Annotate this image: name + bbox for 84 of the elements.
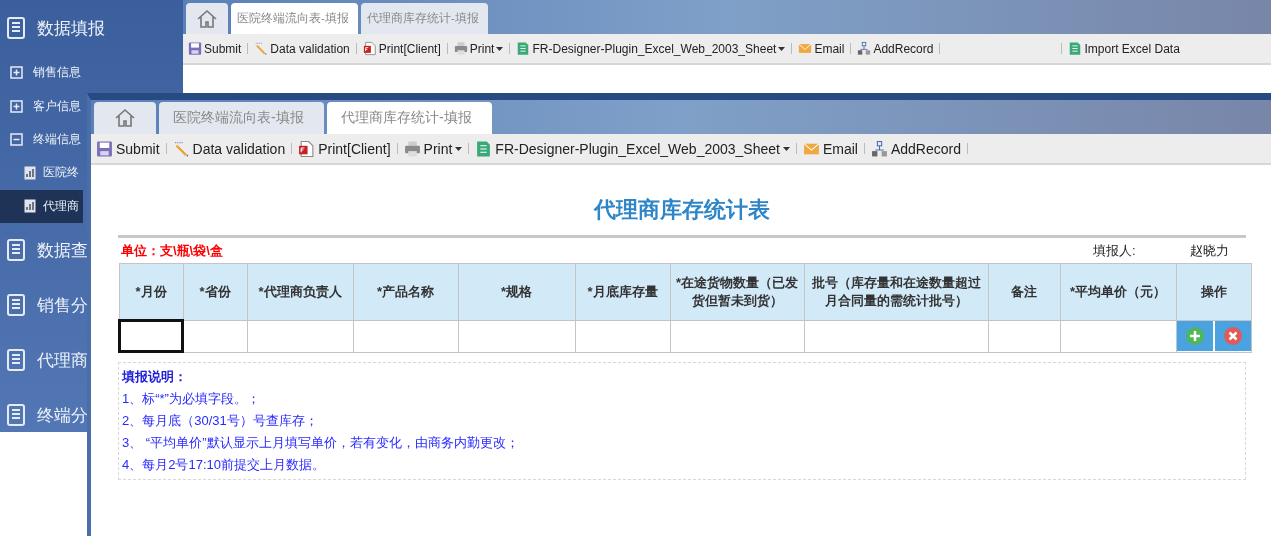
column-header: 批号（库存量和在途数量超过月合同量的需统计批号） xyxy=(804,263,988,320)
printer-icon xyxy=(453,41,468,56)
sidebar-item[interactable]: 代理商 xyxy=(37,348,88,372)
instruction-line: 2、每月底（30/31号）号查库存； xyxy=(122,412,319,430)
toolbar-button[interactable]: Email xyxy=(799,139,861,158)
pencil-icon xyxy=(254,41,269,56)
home-tab[interactable] xyxy=(186,3,228,34)
reporter-name: 赵晓力 xyxy=(1190,241,1230,260)
toolbar-button[interactable]: Submit xyxy=(93,139,163,158)
input-cell[interactable] xyxy=(119,320,183,352)
column-header: *月底库存量 xyxy=(575,263,670,320)
document-icon xyxy=(7,294,25,317)
plus-icon xyxy=(1185,327,1204,345)
caret-icon xyxy=(778,46,786,51)
column-header: 备注 xyxy=(988,263,1060,320)
column-header: *平均单价（元） xyxy=(1060,263,1176,320)
column-header: *代理商负责人 xyxy=(247,263,353,320)
home-icon xyxy=(196,8,218,29)
toolbar-button[interactable]: Print[Client] xyxy=(295,139,394,158)
caret-icon xyxy=(496,46,504,51)
caret-icon xyxy=(455,146,463,151)
spreadsheet-icon xyxy=(475,139,493,158)
tab[interactable]: 医院终端流向表-填报 xyxy=(231,3,358,34)
home-tab[interactable] xyxy=(94,102,156,134)
instruction-line: 3、 “平均单价”默认显示上月填写单价，若有变化，由商务内勤更改； xyxy=(122,434,520,452)
sidebar-item[interactable]: 医院终 xyxy=(0,156,83,190)
sidebar-item[interactable]: 终端分 xyxy=(37,403,88,427)
collapse-icon[interactable] xyxy=(10,132,23,146)
column-header: *在途货物数量（已发货但暂未到货） xyxy=(670,263,804,320)
close-icon xyxy=(1223,327,1242,345)
home-icon xyxy=(114,108,136,128)
unit-label: 单位：支\瓶\袋\盒 xyxy=(120,241,223,260)
hierarchy-icon xyxy=(857,41,872,56)
expand-icon[interactable] xyxy=(10,66,23,80)
sidebar-item[interactable]: 客户信息 xyxy=(33,98,81,114)
pencil-icon xyxy=(172,139,190,158)
reporter-label: 填报人: xyxy=(1093,241,1137,260)
toolbar-button[interactable]: Print[Client] xyxy=(359,41,444,56)
toolbar-button[interactable]: AddRecord xyxy=(867,139,964,158)
sidebar-item[interactable]: 数据填报 xyxy=(37,16,105,40)
instruction-line: 1、标“*”为必填字段。； xyxy=(122,390,261,408)
sidebar-item[interactable]: 销售信息 xyxy=(33,65,81,81)
report-title: 代理商库存统计表 xyxy=(592,196,771,224)
envelope-icon xyxy=(798,41,813,56)
toolbar-button[interactable]: Print xyxy=(450,41,507,56)
sidebar-item[interactable]: 终端信息 xyxy=(33,131,81,147)
toolbar-button[interactable]: Email xyxy=(795,41,848,56)
toolbar-button[interactable]: Submit xyxy=(185,41,245,56)
toolbar-button[interactable]: Print xyxy=(400,139,466,158)
toolbar-button[interactable]: FR-Designer-Plugin_Excel_Web_2003_Sheet xyxy=(513,41,789,56)
document-icon xyxy=(7,404,25,427)
sidebar-item[interactable]: 代理商 xyxy=(0,189,83,223)
sidebar-item[interactable]: 销售分 xyxy=(37,293,88,317)
sidebar-item[interactable]: 数据查 xyxy=(37,238,88,262)
delete-button[interactable] xyxy=(1214,321,1251,351)
expand-icon[interactable] xyxy=(10,99,23,113)
add-button[interactable] xyxy=(1176,321,1213,351)
column-header: *产品名称 xyxy=(353,263,458,320)
column-header: *省份 xyxy=(183,263,247,320)
hierarchy-icon xyxy=(870,139,888,158)
toolbar-button[interactable]: Import Excel Data xyxy=(1065,41,1183,56)
column-header: *月份 xyxy=(119,263,183,320)
spreadsheet-icon xyxy=(516,41,531,56)
pdf-icon xyxy=(362,41,377,56)
column-header: 操作 xyxy=(1176,263,1251,320)
document-icon xyxy=(7,239,25,262)
column-header: *规格 xyxy=(458,263,575,320)
instruction-line: 4、每月2号17:10前提交上月数据。 xyxy=(122,456,326,474)
toolbar-button[interactable]: Data validation xyxy=(251,41,353,56)
printer-icon xyxy=(403,139,421,158)
instructions-title: 填报说明： xyxy=(122,368,188,386)
toolbar-button[interactable]: FR-Designer-Plugin_Excel_Web_2003_Sheet xyxy=(472,139,793,158)
document-icon xyxy=(7,349,25,372)
save-icon xyxy=(188,41,202,56)
toolbar-button[interactable]: AddRecord xyxy=(854,41,937,56)
spreadsheet-icon xyxy=(1068,41,1083,56)
document-icon xyxy=(7,17,25,39)
pdf-icon xyxy=(298,139,316,158)
toolbar-button[interactable]: Data validation xyxy=(169,139,289,158)
save-icon xyxy=(96,139,113,158)
caret-icon xyxy=(782,146,790,151)
tab[interactable]: 代理商库存统计-填报 xyxy=(327,102,492,134)
chart-icon xyxy=(24,199,36,214)
chart-icon xyxy=(24,165,36,180)
